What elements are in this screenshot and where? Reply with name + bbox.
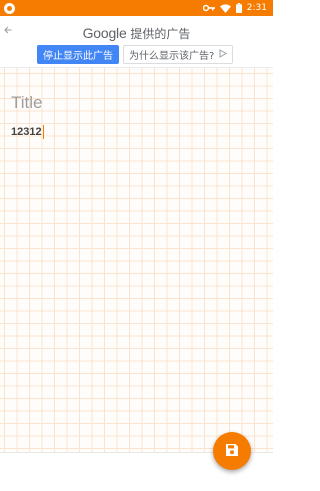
ad-title: Google 提供的广告 [0,25,273,42]
note-title-input[interactable]: Title [11,93,43,113]
why-this-ad-button[interactable]: 为什么显示该广告? [123,45,234,64]
adchoices-icon [219,48,228,61]
google-logo-text: Google [82,25,127,41]
key-icon [202,4,215,12]
wifi-icon [219,3,231,13]
app-notification-icon [4,2,15,14]
ad-provided-text: 提供的广告 [130,27,191,41]
status-bar: 2:31 [0,0,273,16]
clock: 2:31 [246,3,267,13]
ad-banner: Google 提供的广告 停止显示此广告 为什么显示该广告? [0,16,273,68]
stop-showing-ad-button[interactable]: 停止显示此广告 [37,45,119,64]
note-body-text: 12312 [11,126,42,138]
text-cursor [42,125,44,139]
note-body-input[interactable]: 12312 [11,125,44,139]
why-this-ad-label: 为什么显示该广告? [129,51,215,62]
save-button[interactable] [213,432,251,470]
battery-icon [235,3,242,13]
save-icon [225,442,239,461]
